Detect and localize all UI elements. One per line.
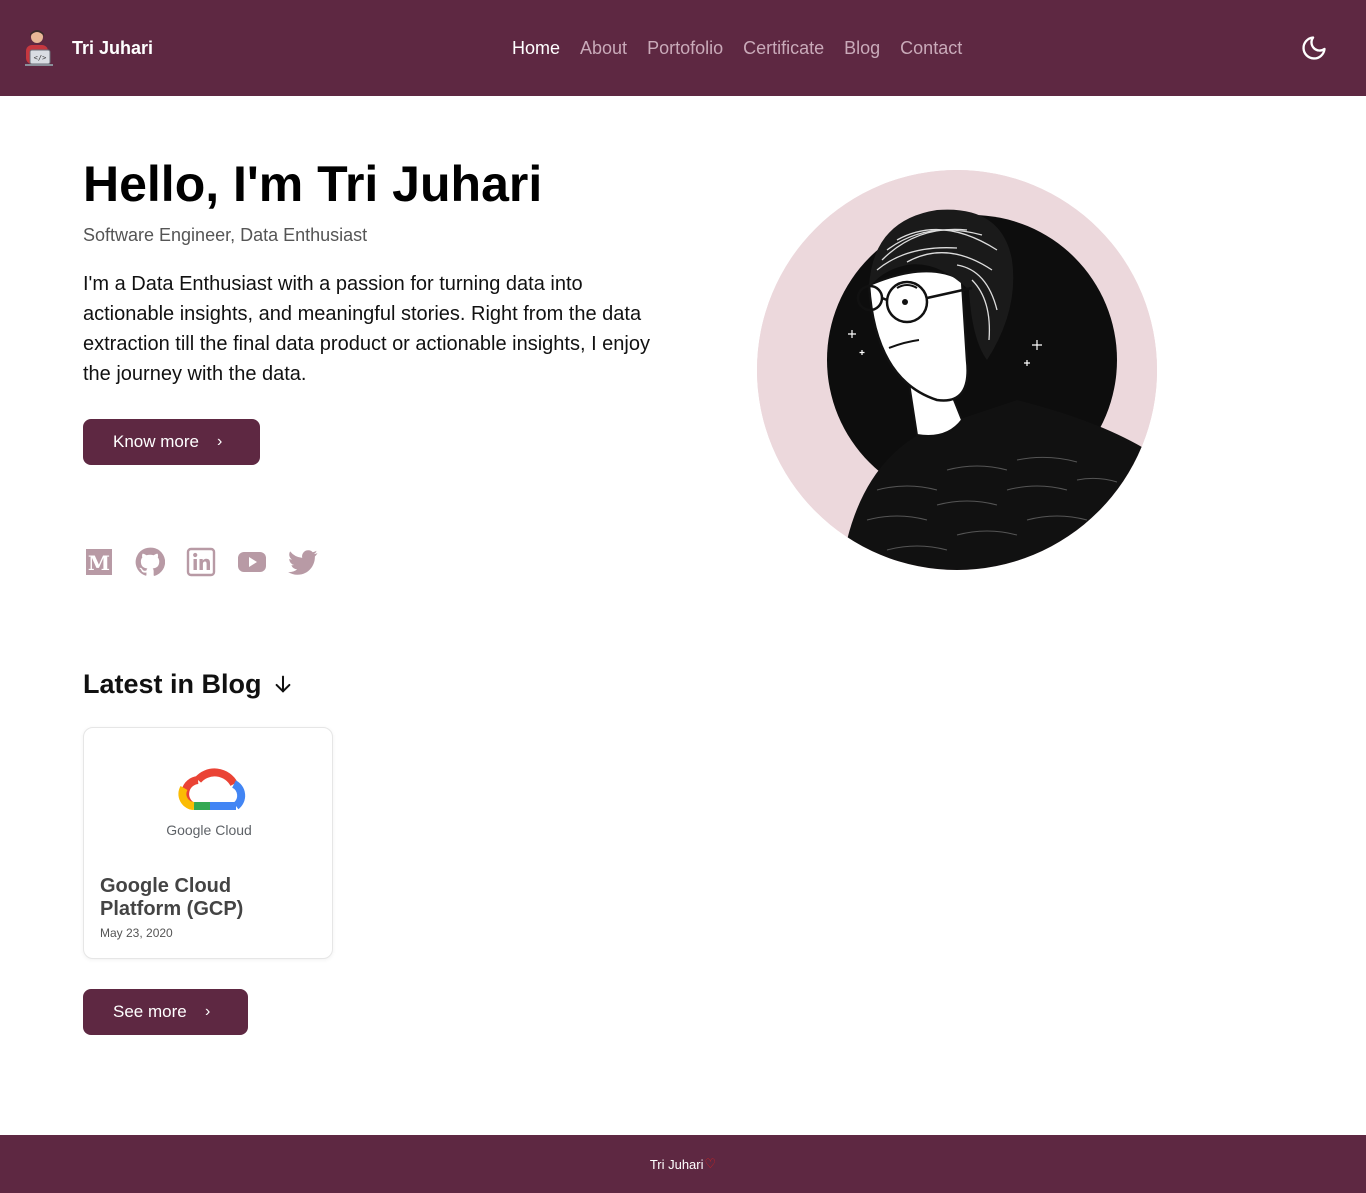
hero-title: Hello, I'm Tri Juhari [83, 156, 543, 212]
blog-post-date: May 23, 2020 [100, 926, 173, 940]
nav-link-home[interactable]: Home [512, 36, 560, 60]
google-cloud-logo: Google Cloud [166, 768, 252, 838]
blog-post-title: Google Cloud Platform (GCP) [100, 875, 244, 920]
heart-icon: ♡ [704, 1156, 717, 1171]
youtube-link[interactable] [237, 546, 267, 578]
chevron-right-icon: › [217, 433, 223, 450]
medium-icon: M [86, 549, 112, 575]
youtube-icon [238, 552, 266, 572]
linkedin-link[interactable] [186, 546, 216, 578]
brand-name: Tri Juhari [72, 37, 154, 58]
medium-link[interactable]: M [84, 546, 114, 578]
github-icon [135, 547, 165, 576]
moon-icon[interactable] [1300, 34, 1328, 62]
social-links: M [84, 546, 318, 578]
see-more-label: See more [113, 1002, 187, 1021]
linkedin-icon [186, 547, 216, 577]
navbar: </> Tri Juhari Home About Portofolio Cer… [0, 0, 1366, 96]
svg-text:</>: </> [34, 54, 47, 62]
latest-blog-title: Latest in Blog [83, 669, 262, 699]
portrait-illustration [757, 170, 1157, 570]
footer-text: Tri Juhari [649, 1156, 704, 1172]
know-more-label: Know more [113, 432, 199, 451]
blog-post-card[interactable]: Google Cloud Google Cloud Platform (GCP)… [83, 727, 333, 959]
developer-avatar-icon: </> [25, 30, 53, 66]
twitter-icon [288, 550, 318, 575]
know-more-button[interactable]: Know more › [83, 419, 260, 465]
nav-link-certificate[interactable]: Certificate [743, 36, 824, 60]
github-link[interactable] [135, 546, 165, 578]
footer: Tri Juhari ♡ [0, 1135, 1366, 1193]
hero-subtitle: Software Engineer, Data Enthusiast [83, 225, 368, 245]
arrow-down-icon [275, 675, 290, 693]
portrait-image [757, 170, 1157, 570]
chevron-right-icon: › [205, 1003, 211, 1020]
see-more-button[interactable]: See more › [83, 989, 248, 1035]
nav-link-contact[interactable]: Contact [900, 36, 962, 60]
nav-links: Home About Portofolio Certificate Blog C… [512, 36, 962, 60]
nav-link-blog[interactable]: Blog [844, 36, 880, 60]
nav-link-portofolio[interactable]: Portofolio [647, 36, 723, 60]
twitter-link[interactable] [288, 546, 318, 578]
nav-link-about[interactable]: About [580, 36, 627, 60]
hero-description: I'm a Data Enthusiast with a passion for… [83, 273, 650, 385]
blog-post-image: Google Cloud [154, 754, 264, 844]
google-cloud-logo-text: Google Cloud [166, 822, 252, 838]
latest-blog-heading: Latest in Blog [83, 668, 294, 700]
svg-text:M: M [88, 551, 110, 575]
brand-link[interactable]: </> Tri Juhari [20, 28, 153, 68]
